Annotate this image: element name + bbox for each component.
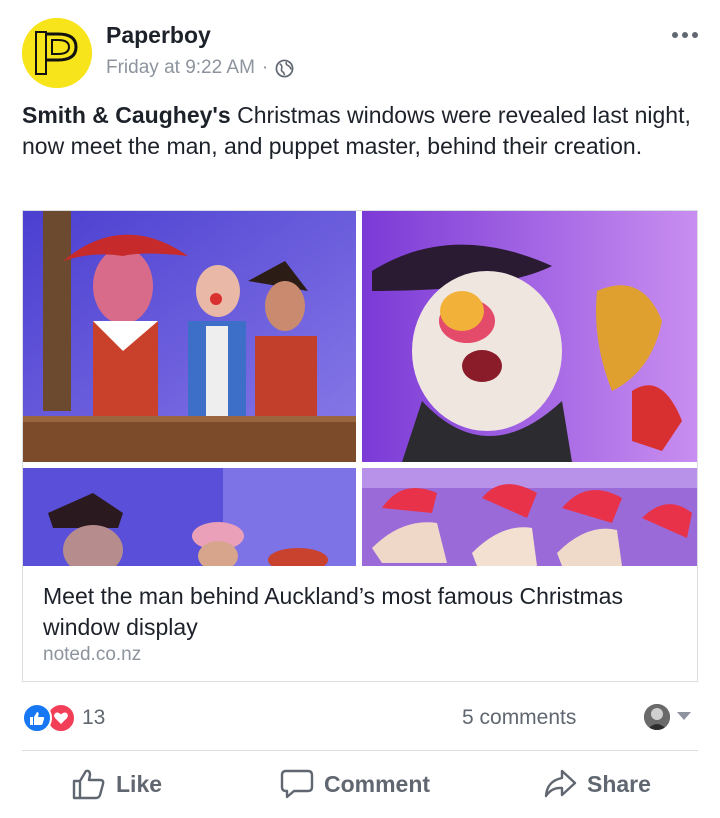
comments-count-link[interactable]: 5 comments	[462, 706, 576, 730]
share-button[interactable]: Share	[543, 768, 651, 800]
meta-separator: ·	[261, 57, 269, 78]
photo-puppets-balcony[interactable]	[23, 211, 356, 462]
reaction-count: 13	[82, 706, 106, 729]
comment-icon	[280, 769, 314, 799]
page-avatar[interactable]	[22, 18, 92, 88]
link-card-domain: noted.co.nz	[43, 644, 142, 665]
photo-pirate-puppets[interactable]	[23, 468, 356, 566]
dot-icon	[682, 32, 688, 38]
comment-label: Comment	[324, 770, 431, 797]
author-name[interactable]: Paperboy	[106, 22, 211, 49]
like-reaction-icon	[22, 703, 52, 733]
link-card-title[interactable]: Meet the man behind Auckland’s most famo…	[43, 581, 673, 643]
photo-grid	[23, 211, 697, 566]
link-card[interactable]: Meet the man behind Auckland’s most famo…	[22, 210, 698, 682]
comment-button[interactable]: Comment	[280, 768, 430, 800]
like-label: Like	[116, 770, 163, 797]
thumbs-up-icon	[72, 769, 105, 800]
viewer-avatar[interactable]	[644, 704, 670, 730]
timestamp[interactable]: Friday at 9:22 AM	[106, 57, 255, 79]
paperboy-logo	[22, 18, 92, 88]
share-label: Share	[587, 770, 651, 797]
divider	[22, 750, 698, 751]
dot-icon	[672, 32, 678, 38]
like-button[interactable]: Like	[72, 768, 162, 800]
dot-icon	[692, 32, 698, 38]
photo-feathered-horses[interactable]	[362, 468, 697, 566]
photo-bearded-puppet[interactable]	[362, 211, 697, 462]
post-text: Smith & Caughey's Christmas windows were…	[22, 100, 692, 162]
globe-icon[interactable]	[275, 59, 294, 78]
reactions-summary[interactable]: 13	[22, 703, 105, 733]
chevron-down-icon[interactable]	[677, 712, 691, 720]
share-icon	[544, 769, 577, 798]
more-options-button[interactable]	[672, 26, 698, 44]
post-text-link[interactable]: Smith & Caughey's	[22, 102, 231, 128]
post-meta: Friday at 9:22 AM ·	[106, 57, 294, 79]
